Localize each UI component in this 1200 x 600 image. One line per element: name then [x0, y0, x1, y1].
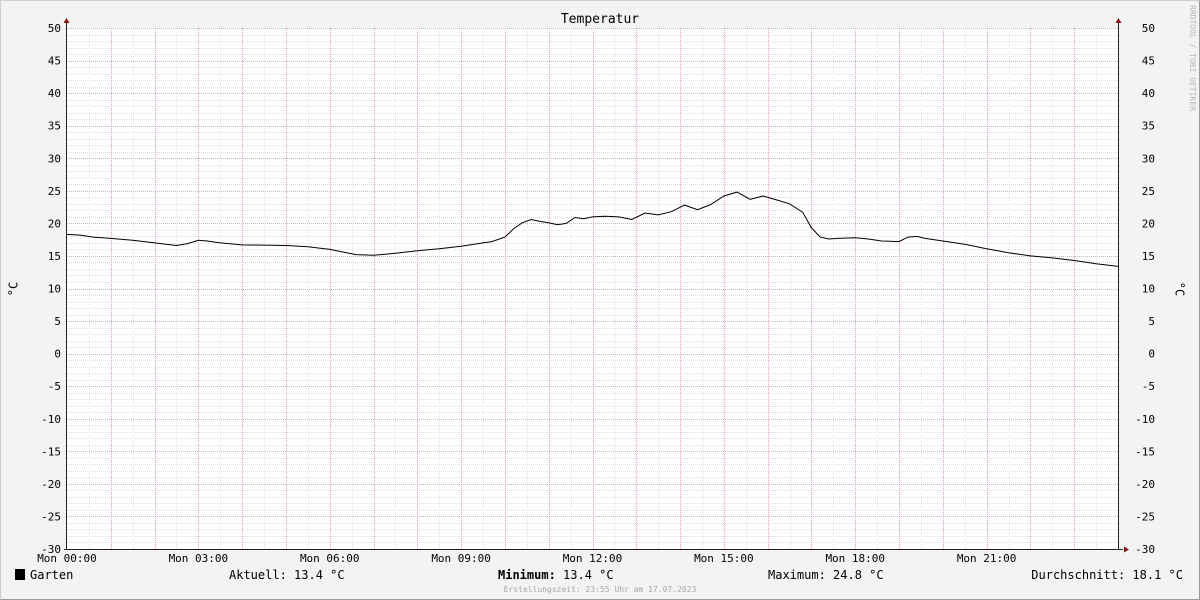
- legend-swatch: [15, 569, 25, 580]
- x-tick-label: Mon 09:00: [431, 552, 491, 565]
- y-tick-labels-left: 50454035302520151050-5-10-15-20-25-30: [41, 22, 61, 556]
- x-tick-label: Mon 06:00: [300, 552, 360, 565]
- y-axis-arrow-left: [63, 18, 70, 23]
- y-tick-label: -20: [1135, 478, 1155, 491]
- legend-maximum: Maximum: 24.8 °C: [768, 568, 884, 582]
- y-tick-label: 20: [1142, 217, 1155, 230]
- y-tick-label: 50: [1142, 22, 1155, 35]
- y-tick-label: -15: [1135, 445, 1155, 458]
- y-tick-label: 15: [1142, 250, 1155, 263]
- y-tick-label: -10: [1135, 413, 1155, 426]
- x-tick-labels: Mon 00:00 Mon 03:00 Mon 06:00 Mon 09:00 Mon …: [37, 552, 1016, 565]
- y-axis-label-right: °C: [1173, 282, 1187, 296]
- y-tick-label: -10: [41, 413, 61, 426]
- y-tick-label: -15: [41, 445, 61, 458]
- x-tick-label: Mon 18:00: [825, 552, 885, 565]
- y-tick-label: 45: [1142, 55, 1155, 68]
- y-tick-label: 40: [48, 87, 61, 100]
- y-tick-label: -20: [41, 478, 61, 491]
- y-tick-label: 45: [48, 55, 61, 68]
- x-tick-label: Mon 00:00: [37, 552, 97, 565]
- y-tick-label: 40: [1142, 87, 1155, 100]
- plot-background: [67, 28, 1118, 549]
- y-tick-label: 0: [1148, 348, 1155, 361]
- y-tick-label: 10: [48, 283, 61, 296]
- y-tick-label: -25: [41, 510, 61, 523]
- legend-current: Aktuell: 13.4 °C: [229, 568, 345, 582]
- temperature-chart: 50454035302520151050-5-10-15-20-25-30 50…: [7, 5, 1198, 594]
- x-axis-arrow: [1124, 546, 1129, 553]
- creation-time: Erstellungszeit: 23:55 Uhr am 17.07.2023: [504, 585, 697, 594]
- y-tick-label: -30: [1135, 543, 1155, 556]
- y-tick-label: 35: [48, 120, 61, 133]
- y-tick-labels-right: 50454035302520151050-5-10-15-20-25-30: [1135, 22, 1155, 556]
- chart-title: Temperatur: [561, 12, 639, 27]
- legend-series-name: Garten: [30, 568, 73, 582]
- y-tick-label: 30: [48, 152, 61, 165]
- y-tick-label: 25: [1142, 185, 1155, 198]
- y-tick-label: 5: [1148, 315, 1155, 328]
- y-tick-label: 15: [48, 250, 61, 263]
- y-tick-label: -5: [48, 380, 61, 393]
- y-tick-label: 35: [1142, 120, 1155, 133]
- x-tick-label: Mon 12:00: [563, 552, 623, 565]
- x-tick-label: Mon 15:00: [694, 552, 754, 565]
- y-tick-label: 30: [1142, 152, 1155, 165]
- x-tick-label: Mon 03:00: [169, 552, 229, 565]
- y-tick-label: 20: [48, 217, 61, 230]
- y-tick-label: 50: [48, 22, 61, 35]
- y-tick-label: 5: [54, 315, 61, 328]
- x-tick-label: Mon 21:00: [957, 552, 1017, 565]
- y-axis-arrow-right: [1115, 18, 1122, 23]
- watermark: RRDTOOL / TOBI OETIKER: [1188, 5, 1197, 111]
- y-tick-label: 25: [48, 185, 61, 198]
- y-axis-label-left: °C: [7, 282, 21, 296]
- legend-minimum-label: Minimum:: [498, 568, 556, 582]
- y-tick-label: -25: [1135, 510, 1155, 523]
- y-tick-label: 0: [54, 348, 61, 361]
- legend-minimum: Minimum: 13.4 °C: [498, 568, 614, 582]
- legend-average: Durchschnitt: 18.1 °C: [1031, 568, 1183, 582]
- y-tick-label: 10: [1142, 283, 1155, 296]
- y-tick-label: -5: [1142, 380, 1155, 393]
- legend-minimum-value: 13.4 °C: [556, 568, 614, 582]
